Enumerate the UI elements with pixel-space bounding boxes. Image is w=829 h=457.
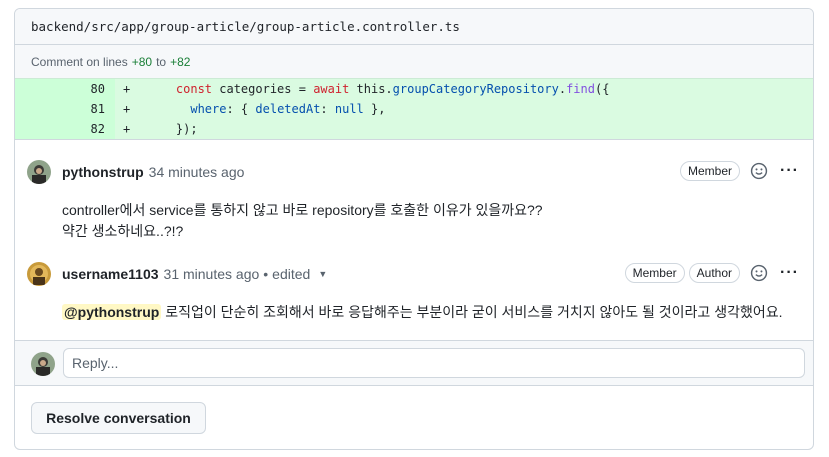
line-number[interactable]: 82 [15, 119, 115, 139]
code-line: const categories = await this.groupCateg… [175, 82, 610, 96]
comment-range-prefix: Comment on lines [31, 54, 128, 69]
comment: username1103 31 minutes ago • edited ▼ M… [15, 250, 813, 330]
comment-header: pythonstrup 34 minutes ago [62, 160, 244, 184]
user-mention[interactable]: @pythonstrup [62, 304, 162, 320]
resolve-conversation-button[interactable]: Resolve conversation [31, 402, 206, 434]
range-end: +82 [170, 54, 191, 69]
triangle-down-icon[interactable]: ▼ [318, 269, 327, 279]
diff-line: 80 + const categories = await this.group… [15, 79, 813, 99]
avatar[interactable] [27, 262, 51, 286]
reply-input[interactable] [63, 348, 805, 378]
comment-range-label: Comment on lines +80 to +82 [15, 45, 813, 78]
member-badge: Member [624, 263, 685, 283]
member-badge: Member [680, 161, 741, 181]
comment-text-line: controller에서 service를 통하지 않고 바로 reposito… [62, 202, 543, 218]
comment-body: controller에서 service를 통하지 않고 바로 reposito… [62, 200, 543, 242]
range-sep: to [156, 54, 167, 69]
comment-author[interactable]: pythonstrup [62, 164, 144, 180]
code-line: }); [175, 122, 198, 136]
reply-area [15, 340, 813, 386]
avatar[interactable] [27, 160, 51, 184]
comment: pythonstrup 34 minutes ago Member ··· co… [15, 148, 813, 248]
range-start: +80 [131, 54, 153, 69]
kebab-horizontal-icon[interactable]: ··· [780, 162, 799, 180]
line-number[interactable]: 80 [15, 79, 115, 99]
comment-author[interactable]: username1103 [62, 266, 159, 282]
comment-text: 로직업이 단순히 조회해서 바로 응답해주는 부분이라 굳이 서비스를 거치지 … [161, 304, 783, 320]
smiley-icon[interactable] [750, 162, 768, 180]
diff-line: 81 + where: { deletedAt: null }, [15, 99, 813, 119]
diff-sign: + [123, 102, 131, 116]
comment-text-line: 약간 생소하네요..?!? [62, 223, 184, 239]
code-line: where: { deletedAt: null }, [190, 102, 386, 116]
comment-body: @pythonstrup 로직업이 단순히 조회해서 바로 응답해주는 부분이라… [62, 302, 783, 323]
file-path-header: backend/src/app/group-article/group-arti… [15, 9, 813, 45]
diff-line: 82 + }); [15, 119, 813, 139]
review-thread: backend/src/app/group-article/group-arti… [14, 8, 814, 450]
comment-time[interactable]: 34 minutes ago [149, 164, 245, 180]
line-number[interactable]: 81 [15, 99, 115, 119]
edited-label[interactable]: edited [272, 266, 310, 282]
author-badge: Author [688, 263, 741, 283]
diff-snippet: 80 + const categories = await this.group… [15, 78, 813, 140]
separator-dot: • [263, 266, 269, 282]
comment-badges: Member ··· [680, 161, 799, 181]
diff-sign: + [123, 122, 131, 136]
comment-header: username1103 31 minutes ago • edited ▼ [62, 262, 327, 286]
comment-badges: Member Author ··· [624, 263, 799, 283]
avatar [31, 352, 55, 376]
smiley-icon[interactable] [750, 264, 768, 282]
comment-time[interactable]: 31 minutes ago [164, 266, 260, 282]
kebab-horizontal-icon[interactable]: ··· [780, 264, 799, 282]
file-path[interactable]: backend/src/app/group-article/group-arti… [31, 19, 460, 34]
diff-sign: + [123, 82, 131, 96]
